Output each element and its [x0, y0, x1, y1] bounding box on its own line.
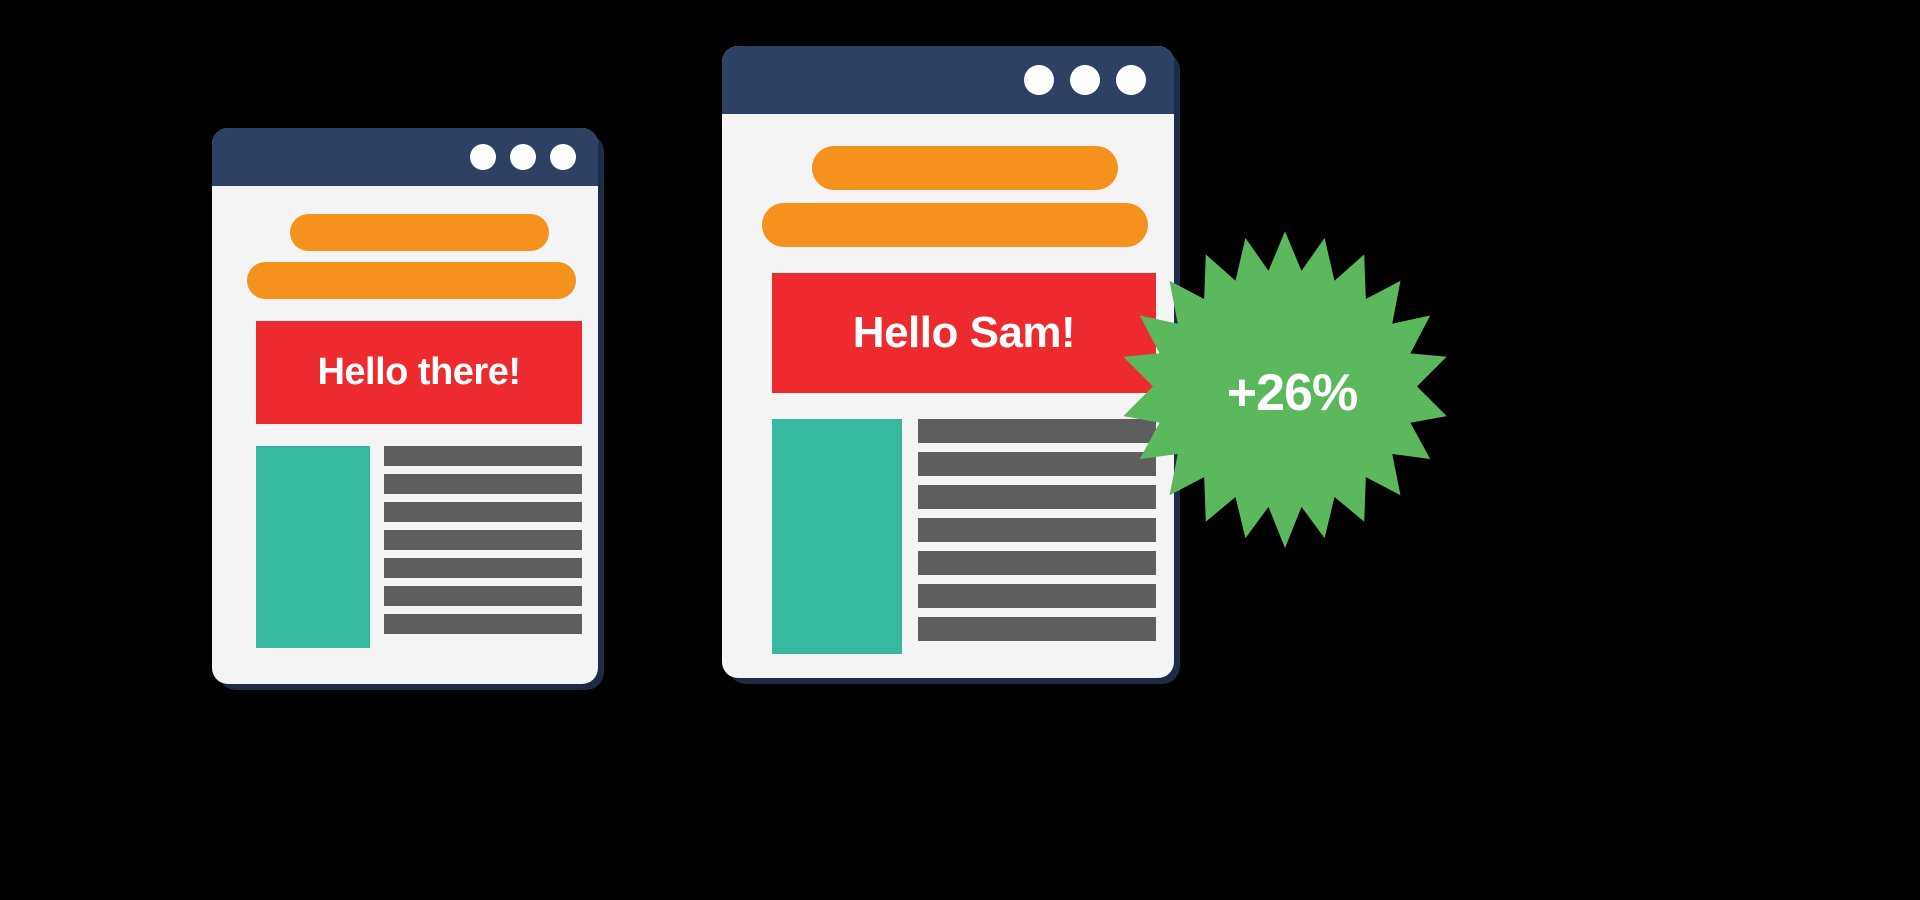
- uplift-badge-label: +26%: [1226, 364, 1358, 422]
- text-line: [384, 530, 582, 550]
- large-window-article: [772, 419, 1156, 654]
- image-placeholder: [256, 446, 370, 648]
- large-window-banner-text: Hello Sam!: [852, 308, 1076, 357]
- text-line: [384, 502, 582, 522]
- text-line: [384, 474, 582, 494]
- window-dot-1-icon[interactable]: [1024, 65, 1054, 95]
- small-window-content: Hello there!: [212, 186, 598, 684]
- window-dot-2-icon[interactable]: [510, 144, 536, 170]
- small-window-body: Hello there!: [212, 128, 598, 684]
- headline-pill: [812, 146, 1118, 190]
- small-window-banner: Hello there!: [256, 321, 582, 424]
- text-line: [384, 558, 582, 578]
- large-window-content: Hello Sam!: [722, 114, 1174, 678]
- headline-pill: [290, 214, 549, 251]
- large-window-body: Hello Sam!: [722, 46, 1174, 678]
- large-window[interactable]: Hello Sam!: [722, 46, 1180, 684]
- illustration-canvas: Hello there! Hello Sam! +26%: [0, 0, 1920, 900]
- small-window[interactable]: Hello there!: [212, 128, 604, 690]
- text-line: [384, 614, 582, 634]
- subhead-pill: [247, 262, 576, 299]
- text-line: [384, 586, 582, 606]
- image-placeholder: [772, 419, 902, 654]
- window-dot-3-icon[interactable]: [550, 144, 576, 170]
- small-window-titlebar: [212, 128, 598, 186]
- text-line: [918, 584, 1156, 608]
- window-dot-3-icon[interactable]: [1116, 65, 1146, 95]
- large-window-banner: Hello Sam!: [772, 273, 1156, 393]
- large-window-titlebar: [722, 46, 1174, 114]
- subhead-pill: [762, 203, 1148, 247]
- large-window-controls: [1024, 65, 1146, 95]
- window-dot-2-icon[interactable]: [1070, 65, 1100, 95]
- small-window-article: [256, 446, 582, 648]
- small-window-controls: [470, 144, 576, 170]
- text-line: [918, 617, 1156, 641]
- window-dot-1-icon[interactable]: [470, 144, 496, 170]
- uplift-badge: +26%: [1120, 228, 1450, 558]
- small-window-banner-text: Hello there!: [317, 351, 521, 393]
- small-window-text-lines: [384, 446, 582, 648]
- text-line: [384, 446, 582, 466]
